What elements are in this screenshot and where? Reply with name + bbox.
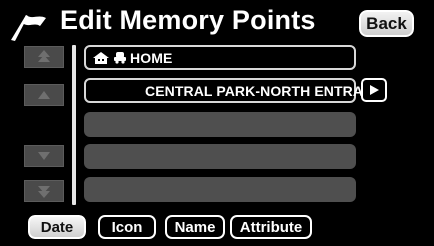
sort-icon-button[interactable]: Icon (98, 215, 156, 239)
sort-name-button[interactable]: Name (165, 215, 225, 239)
page-up-icon (38, 50, 50, 62)
scroll-up-icon (38, 91, 50, 99)
scroll-down-button[interactable] (24, 145, 64, 167)
list-item[interactable]: CENTRAL PARK-NORTH ENTRA (84, 78, 363, 103)
item-detail-button[interactable] (361, 78, 387, 102)
scroll-down-icon (38, 152, 50, 160)
page-down-button[interactable] (24, 180, 64, 202)
home-icon (93, 52, 109, 64)
list-item-label: CENTRAL PARK-NORTH ENTRA (145, 82, 364, 99)
edit-memory-points-screen: Edit Memory Points Back HOME CENTRAL PAR… (0, 0, 434, 246)
scroll-up-button[interactable] (24, 84, 64, 106)
car-icon (114, 52, 126, 64)
list-item-label: HOME (130, 49, 173, 66)
list-item[interactable] (84, 112, 356, 137)
page-up-button[interactable] (24, 46, 64, 68)
back-button[interactable]: Back (358, 9, 415, 38)
scroll-track[interactable] (72, 45, 76, 205)
sort-date-button[interactable]: Date (27, 214, 87, 240)
page-down-icon (38, 186, 50, 198)
page-title: Edit Memory Points (60, 5, 316, 35)
play-arrow-icon (370, 85, 379, 95)
list-item[interactable] (84, 144, 356, 169)
flag-icon (11, 15, 46, 41)
list-item[interactable] (84, 177, 356, 202)
sort-attribute-button[interactable]: Attribute (230, 215, 312, 239)
list-item[interactable]: HOME (84, 45, 356, 70)
